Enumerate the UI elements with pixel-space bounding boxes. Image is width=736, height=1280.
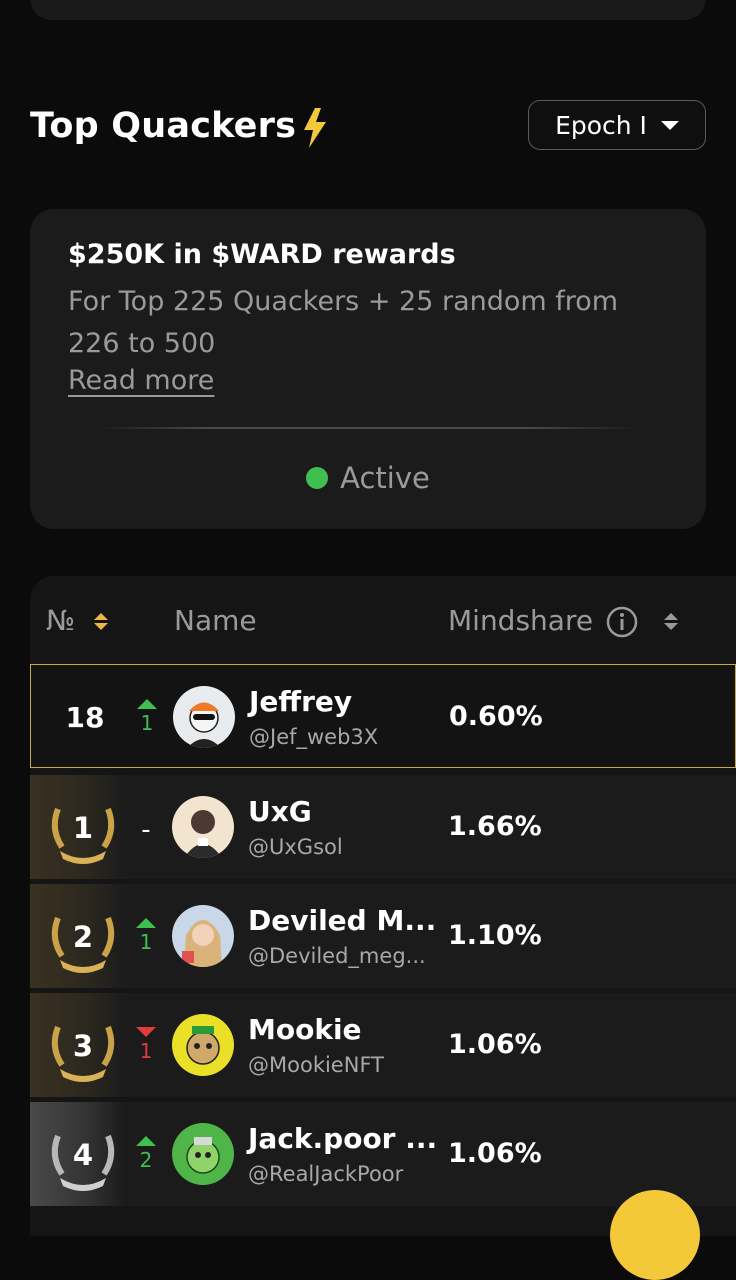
rank-number: 1 [72, 811, 94, 845]
column-header-rank[interactable]: № [46, 604, 75, 637]
page-title: Top Quackers [30, 106, 297, 146]
status-text: Active [340, 461, 430, 495]
user-handle: @UxGsol [248, 835, 343, 859]
user-handle: @MookieNFT [248, 1053, 384, 1077]
mindshare-value: 0.60% [449, 701, 543, 732]
previous-card-edge [30, 0, 706, 20]
user-name: UxG [248, 795, 312, 828]
rank-number: 4 [72, 1138, 94, 1172]
rank-number: 3 [72, 1029, 94, 1063]
user-name: Mookie [248, 1013, 362, 1046]
column-header-name: Name [174, 604, 257, 637]
avatar[interactable] [172, 905, 234, 967]
table-row[interactable]: 2 1 Deviled M... @Deviled_meg... 1.10% [30, 884, 736, 988]
reward-description: For Top 225 Quackers + 25 random from 22… [68, 286, 619, 359]
arrow-up-icon [136, 918, 156, 928]
table-row[interactable]: 4 2 Jack.poor ... @RealJackPoor 1.06% [30, 1102, 736, 1206]
status-indicator: Active [30, 461, 706, 495]
avatar[interactable] [173, 686, 235, 748]
sort-rank-icon[interactable] [94, 613, 108, 630]
arrow-down-icon [136, 1027, 156, 1037]
lightning-icon [304, 108, 326, 148]
user-name: Jack.poor ... [248, 1122, 438, 1155]
epoch-label: Epoch I [555, 110, 647, 140]
reward-title: $250K in $WARD rewards [68, 239, 456, 270]
user-handle: @Jef_web3X [249, 725, 379, 749]
reward-card: $250K in $WARD rewards For Top 225 Quack… [30, 209, 706, 529]
rank-number: 18 [65, 701, 105, 734]
table-row-current-user[interactable]: 18 1 Jeffrey @Jef_web3X 0.60% [30, 664, 736, 768]
status-dot-icon [306, 467, 329, 489]
leaderboard-header: Top Quackers Epoch I [30, 100, 706, 152]
rank-change: 2 [134, 1136, 158, 1172]
rank-number: 2 [72, 920, 94, 954]
mindshare-value: 1.06% [448, 1138, 542, 1169]
rank-change: 1 [134, 918, 158, 954]
arrow-up-icon [137, 699, 157, 709]
table-row[interactable]: 1 - UxG @UxGsol 1.66% [30, 775, 736, 879]
leaderboard-table: № Name Mindshare 18 1 Jeffrey @Jef_web3X… [30, 576, 736, 1236]
rank-change: - [141, 815, 151, 845]
rank-change: 1 [135, 699, 159, 735]
table-row[interactable]: 3 1 Mookie @MookieNFT 1.06% [30, 993, 736, 1097]
sort-mindshare-icon[interactable] [664, 613, 678, 630]
avatar[interactable] [172, 796, 234, 858]
user-handle: @Deviled_meg... [248, 944, 426, 968]
rank-change: 1 [134, 1027, 158, 1063]
avatar[interactable] [172, 1123, 234, 1185]
mindshare-value: 1.06% [448, 1029, 542, 1060]
column-header-mindshare[interactable]: Mindshare [448, 604, 593, 637]
table-header: № Name Mindshare [30, 576, 736, 664]
user-handle: @RealJackPoor [248, 1162, 404, 1186]
epoch-dropdown[interactable]: Epoch I [528, 100, 706, 150]
user-name: Deviled M... [248, 904, 437, 937]
mindshare-value: 1.66% [448, 811, 542, 842]
read-more-link[interactable]: Read more [68, 365, 214, 396]
info-icon[interactable] [606, 606, 638, 638]
chevron-down-icon [660, 120, 679, 130]
avatar[interactable] [172, 1014, 234, 1076]
floating-action-button[interactable] [610, 1190, 700, 1280]
user-name: Jeffrey [249, 685, 353, 718]
arrow-up-icon [136, 1136, 156, 1146]
mindshare-value: 1.10% [448, 920, 542, 951]
divider [100, 427, 636, 429]
